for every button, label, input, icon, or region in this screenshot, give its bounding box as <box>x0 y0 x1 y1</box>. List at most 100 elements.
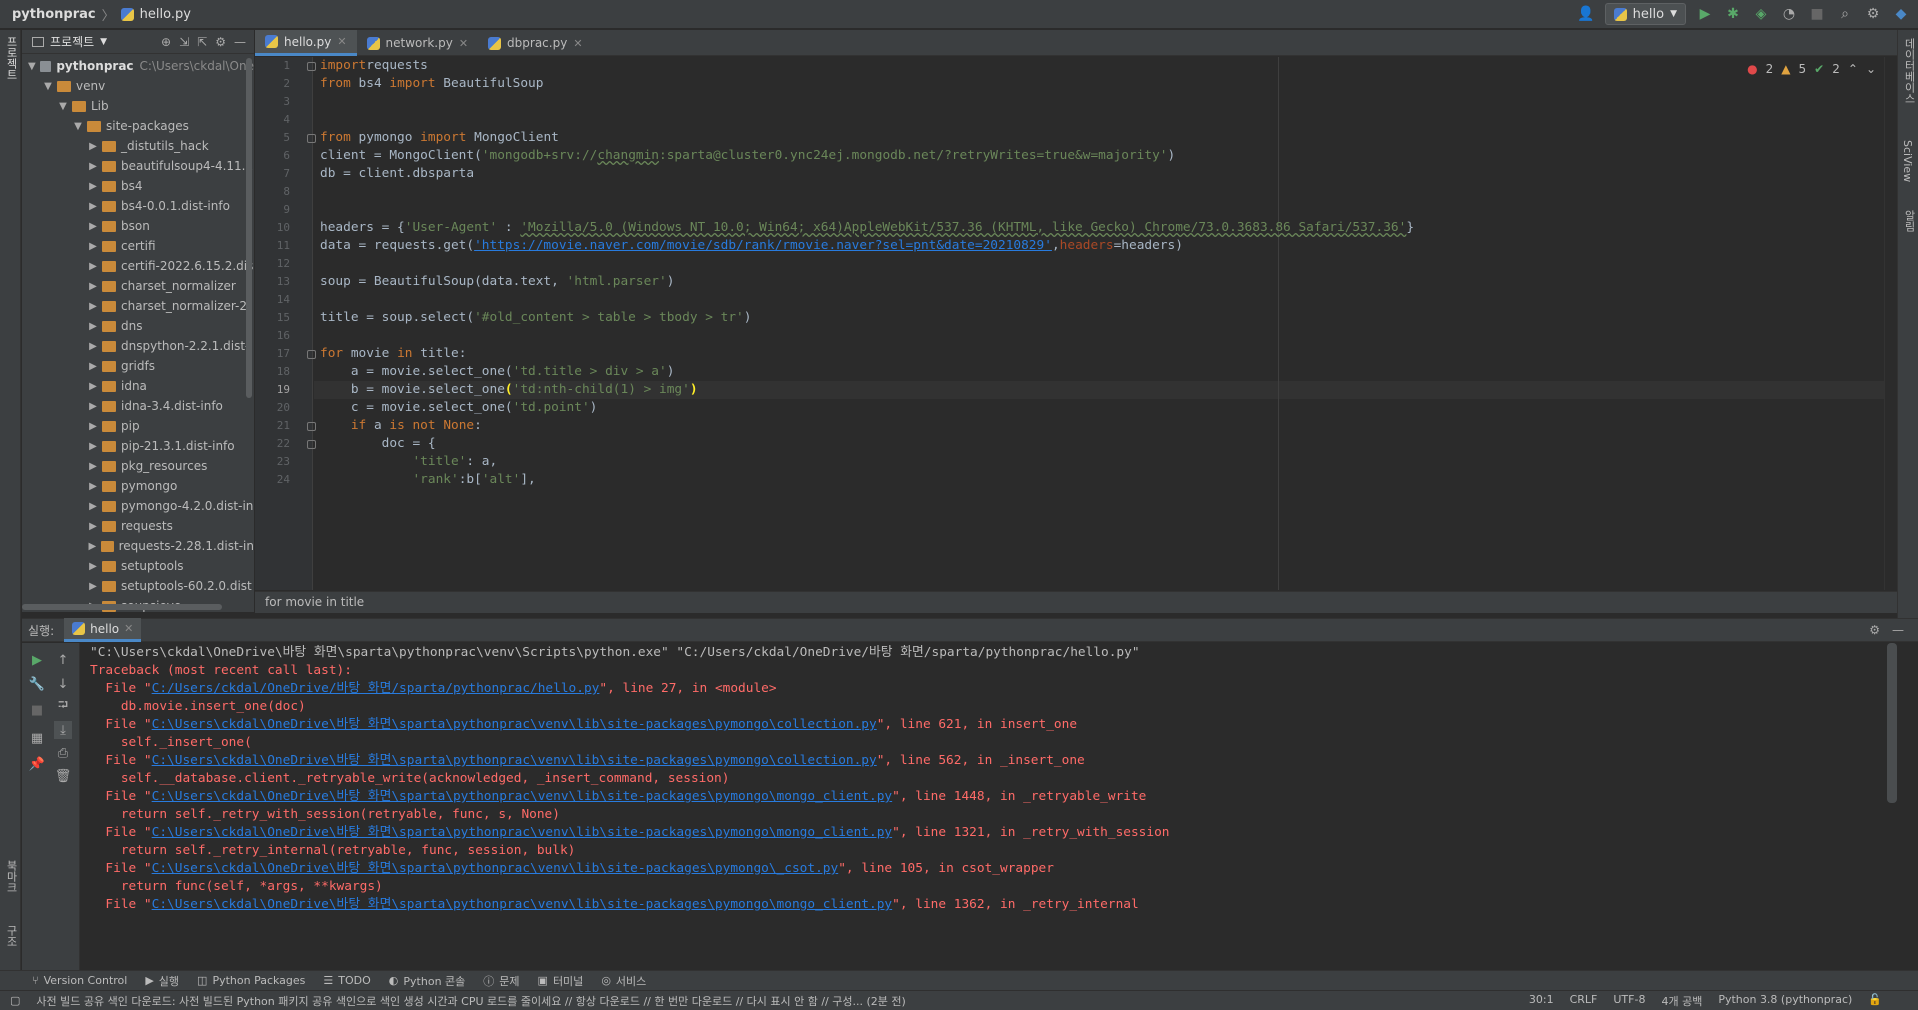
status-icon[interactable]: ▢ <box>10 994 20 1007</box>
tree-item[interactable]: ▼ site-packages <box>22 116 254 136</box>
gear-icon[interactable]: ⚙ <box>1864 5 1882 23</box>
tree-item[interactable]: ▶ _distutils_hack <box>22 136 254 156</box>
inspection-widget[interactable]: ● 2 ▲ 5 ✔ 2 ⌃ ⌄ <box>1747 62 1876 76</box>
project-tool-button[interactable]: 프로젝트 <box>3 36 19 80</box>
project-panel-title[interactable]: 프로젝트 <box>50 33 94 50</box>
rerun-icon[interactable]: ▶ <box>28 651 46 669</box>
console-file-link[interactable]: C:\Users\ckdal\OneDrive\바탕 화면\sparta\pyt… <box>152 717 877 732</box>
close-icon[interactable]: ✕ <box>459 37 468 50</box>
breadcrumb-file[interactable]: hello.py <box>140 7 191 22</box>
print-icon[interactable]: ⎙ <box>54 744 72 762</box>
layout-icon[interactable]: ▦ <box>28 729 46 747</box>
chevron-up-icon[interactable]: ⌃ <box>1848 62 1858 76</box>
locate-icon[interactable]: ⊕ <box>161 35 171 49</box>
chevron-down-icon[interactable]: ▼ <box>26 61 38 72</box>
chevron-right-icon[interactable]: ▶ <box>86 561 100 572</box>
expand-all-icon[interactable]: ⇲ <box>179 35 189 49</box>
hide-icon[interactable]: — <box>1892 623 1904 637</box>
structure-tool-button[interactable]: 구조 <box>3 925 19 947</box>
tree-item[interactable]: ▶ pkg_resources <box>22 456 254 476</box>
tree-item[interactable]: ▼ venv <box>22 76 254 96</box>
tree-item[interactable]: ▶ requests-2.28.1.dist-in <box>22 536 254 556</box>
chevron-right-icon[interactable]: ▶ <box>86 361 100 372</box>
project-horizontal-scrollbar[interactable] <box>22 604 222 610</box>
tree-item[interactable]: ▶ pip-21.3.1.dist-info <box>22 436 254 456</box>
chevron-right-icon[interactable]: ▶ <box>86 141 100 152</box>
soft-wrap-icon[interactable]: ⮒ <box>54 698 72 716</box>
console-file-link[interactable]: C:\Users\ckdal\OneDrive\바탕 화면\sparta\pyt… <box>152 825 893 840</box>
console-file-link[interactable]: C:\Users\ckdal\OneDrive\바탕 화면\sparta\pyt… <box>152 789 893 804</box>
search-icon[interactable]: ⌕ <box>1836 5 1854 23</box>
hide-icon[interactable]: — <box>234 35 246 49</box>
tree-item[interactable]: ▶ certifi-2022.6.15.2.dis <box>22 256 254 276</box>
gear-icon[interactable]: ⚙ <box>1869 623 1880 637</box>
tree-item[interactable]: ▶ requests <box>22 516 254 536</box>
indent-setting[interactable]: 4개 공백 <box>1661 993 1702 1009</box>
tool-window-4[interactable]: ◐ Python 콘솔 <box>389 973 465 989</box>
chevron-right-icon[interactable]: ▶ <box>86 221 100 232</box>
close-icon[interactable]: ✕ <box>573 37 582 50</box>
tree-item[interactable]: ▶ pymongo <box>22 476 254 496</box>
chevron-down-icon[interactable]: ▼ <box>100 37 107 47</box>
run-configuration-select[interactable]: hello ▼ <box>1604 3 1686 25</box>
chevron-right-icon[interactable]: ▶ <box>86 421 100 432</box>
tree-item[interactable]: ▶ setuptools <box>22 556 254 576</box>
chevron-right-icon[interactable]: ▶ <box>86 381 100 392</box>
chevron-right-icon[interactable]: ▶ <box>86 321 100 332</box>
tool-window-5[interactable]: ⓘ 문제 <box>483 973 519 989</box>
tab-dbprac-py[interactable]: dbprac.py ✕ <box>478 30 593 56</box>
arrow-up-icon[interactable]: ↑ <box>54 651 72 669</box>
chevron-down-icon[interactable]: ▼ <box>56 101 70 112</box>
tree-item[interactable]: ▶ dnspython-2.2.1.dist- <box>22 336 254 356</box>
tree-item[interactable]: ▶ pip <box>22 416 254 436</box>
tool-window-3[interactable]: ☰ TODO <box>323 974 370 987</box>
chevron-right-icon[interactable]: ▶ <box>86 261 100 272</box>
close-icon[interactable]: ✕ <box>337 35 346 48</box>
tab-hello-py[interactable]: hello.py ✕ <box>255 30 357 56</box>
chevron-down-icon[interactable]: ▼ <box>71 121 85 132</box>
tree-item[interactable]: ▶ bs4 <box>22 176 254 196</box>
coverage-icon[interactable]: ◈ <box>1752 5 1770 23</box>
console-file-link[interactable]: C:\Users\ckdal\OneDrive\바탕 화면\sparta\pyt… <box>152 861 839 876</box>
chevron-right-icon[interactable]: ▶ <box>86 161 100 172</box>
database-tool-button[interactable]: 데이터베이스 <box>1901 38 1917 104</box>
close-icon[interactable]: ✕ <box>124 622 133 635</box>
editor-scrollbar[interactable] <box>1884 57 1896 590</box>
console-scrollbar[interactable] <box>1887 643 1897 803</box>
code-breadcrumb[interactable]: for movie in title <box>255 591 1897 613</box>
debug-icon[interactable]: ✱ <box>1724 5 1742 23</box>
chevron-right-icon[interactable]: ▶ <box>86 281 100 292</box>
console-file-link[interactable]: C:/Users/ckdal/OneDrive/바탕 화면/sparta/pyt… <box>152 681 600 696</box>
chevron-right-icon[interactable]: ▶ <box>86 181 100 192</box>
status-message[interactable]: 사전 빌드 공유 색인 다운로드: 사전 빌드된 Python 패키지 공유 색… <box>20 993 1528 1009</box>
chevron-right-icon[interactable]: ▶ <box>86 441 100 452</box>
tree-item[interactable]: ▶ charset_normalizer <box>22 276 254 296</box>
tree-item[interactable]: ▶ dns <box>22 316 254 336</box>
chevron-right-icon[interactable]: ▶ <box>86 401 100 412</box>
run-tab[interactable]: hello ✕ <box>64 618 142 642</box>
tree-item[interactable]: ▶ pymongo-4.2.0.dist-in <box>22 496 254 516</box>
tree-item[interactable]: ▶ bs4-0.0.1.dist-info <box>22 196 254 216</box>
lock-icon[interactable]: 🔓 <box>1868 993 1882 1009</box>
chevron-right-icon[interactable]: ▶ <box>86 581 100 592</box>
tree-root[interactable]: ▼ pythonprac C:\Users\ckdal\One <box>22 56 254 76</box>
update-icon[interactable]: ◆ <box>1892 5 1910 23</box>
collapse-all-icon[interactable]: ⇱ <box>197 35 207 49</box>
breadcrumb-project[interactable]: pythonprac <box>12 7 96 22</box>
chevron-right-icon[interactable]: ▶ <box>86 201 100 212</box>
scroll-to-end-icon[interactable]: ⤓ <box>54 721 72 739</box>
pin-icon[interactable]: 📌 <box>28 755 46 773</box>
console-file-link[interactable]: C:\Users\ckdal\OneDrive\바탕 화면\sparta\pyt… <box>152 897 893 912</box>
caret-position[interactable]: 30:1 <box>1529 993 1554 1009</box>
user-icon[interactable]: 👤 <box>1577 5 1595 23</box>
stop-icon[interactable]: ■ <box>28 701 46 719</box>
stop-icon[interactable]: ■ <box>1808 5 1826 23</box>
chevron-right-icon[interactable]: ▶ <box>86 301 100 312</box>
chevron-right-icon[interactable]: ▶ <box>86 461 100 472</box>
tree-item[interactable]: ▶ gridfs <box>22 356 254 376</box>
tab-network-py[interactable]: network.py ✕ <box>357 30 478 56</box>
gear-icon[interactable]: ⚙ <box>215 35 226 49</box>
chevron-right-icon[interactable]: ▶ <box>86 341 100 352</box>
tool-window-2[interactable]: ◫ Python Packages <box>197 974 305 987</box>
wrench-icon[interactable]: 🔧 <box>28 675 46 693</box>
